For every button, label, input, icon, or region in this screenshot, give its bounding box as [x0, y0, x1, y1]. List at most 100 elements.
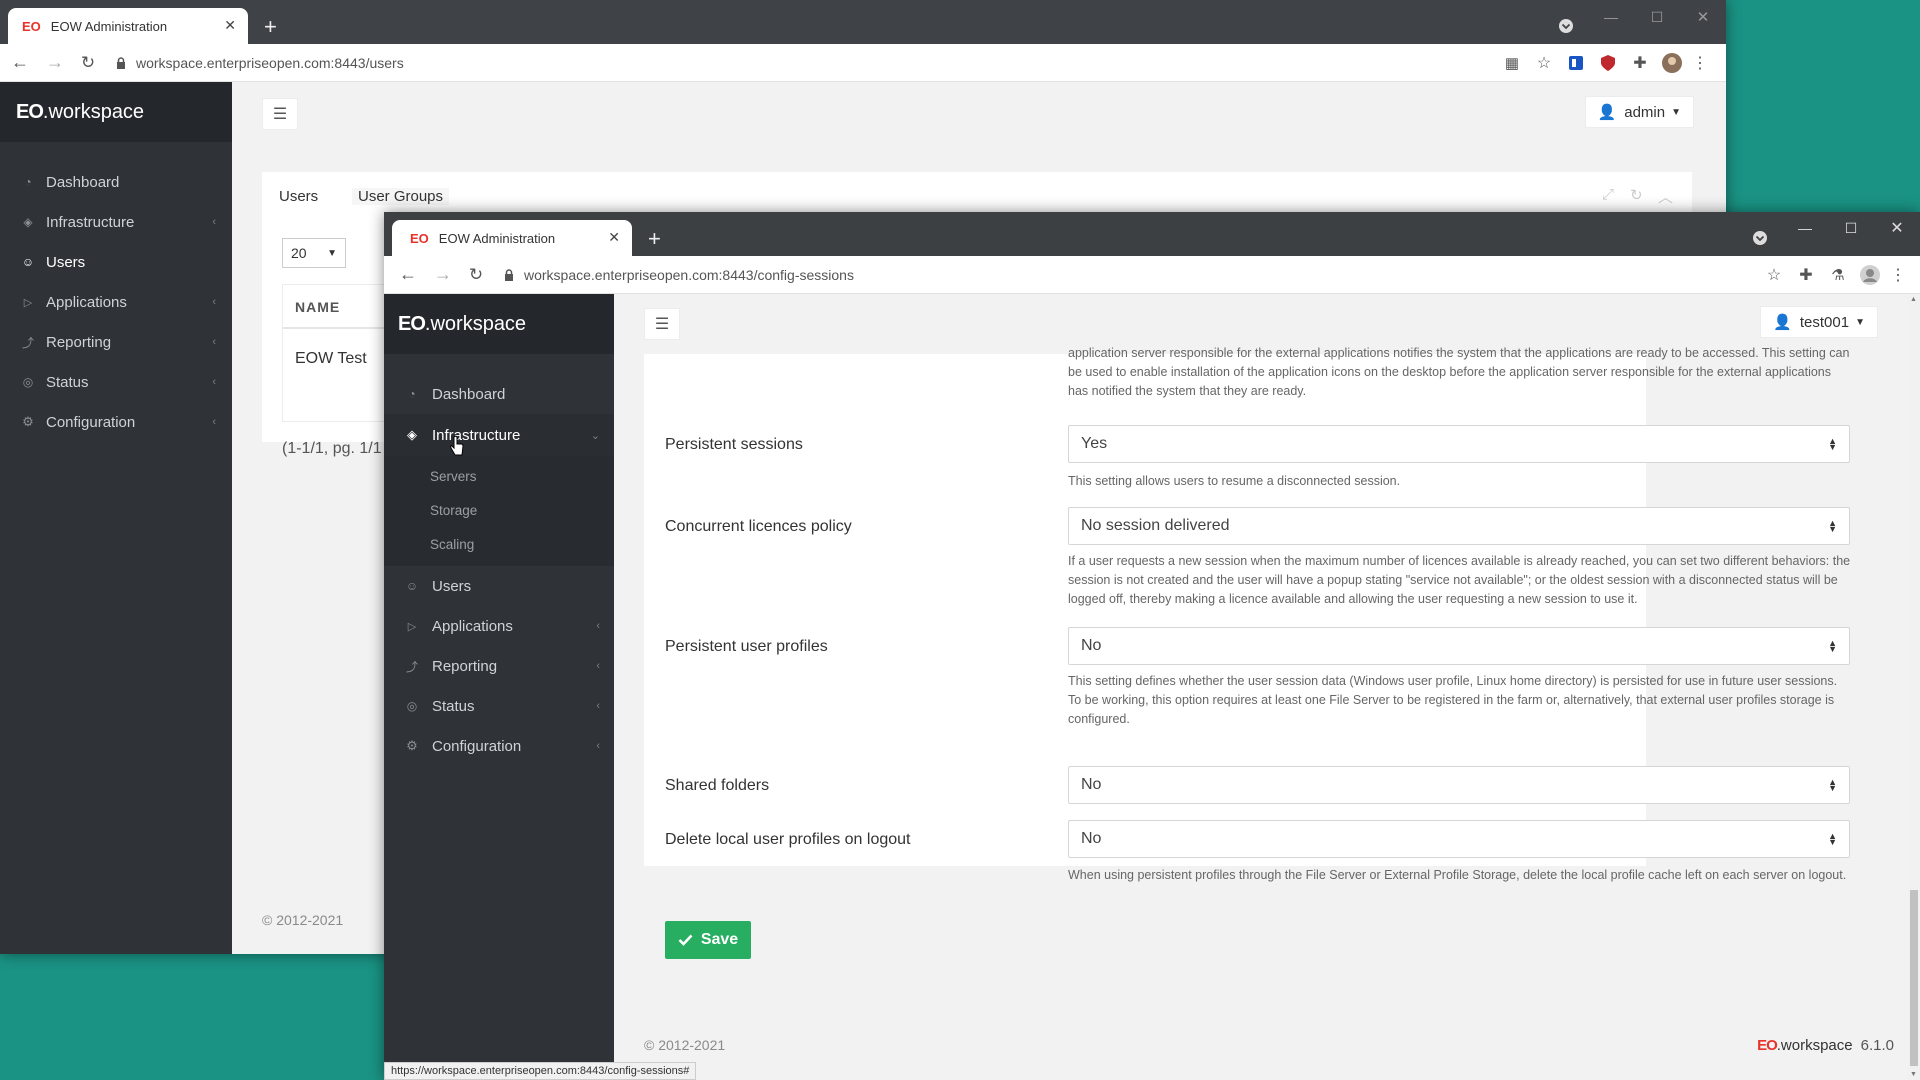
collapse-icon[interactable]: ︿ — [1658, 186, 1673, 207]
brand-logo-text: .workspace — [42, 100, 145, 123]
footer-logo-eo: EO — [1757, 1037, 1778, 1054]
extension-blue-icon[interactable] — [1560, 56, 1592, 70]
check-circle-icon: ◎ — [406, 699, 418, 713]
page-scrollbar[interactable]: ▲ ▼ — [1908, 294, 1920, 1080]
bookmark-star-icon[interactable]: ☆ — [1528, 53, 1560, 73]
chevron-left-icon: ‹ — [212, 416, 216, 428]
minimize-icon[interactable]: — — [1588, 0, 1634, 34]
close-window-icon[interactable]: ✕ — [1874, 212, 1920, 244]
page-size-select[interactable]: 20 ▼ — [282, 238, 346, 268]
tab-users[interactable]: Users — [279, 188, 318, 205]
persistent-profiles-help-2: To be working, this option requires at l… — [1068, 693, 1835, 726]
tab-user-groups[interactable]: User Groups — [352, 188, 450, 205]
back-tab-strip: EO EOW Administration ✕ + — [0, 0, 1726, 44]
back-arrow-icon[interactable]: ← — [388, 256, 428, 294]
extensions-puzzle-icon[interactable]: ✚ — [1624, 53, 1656, 73]
menu-reporting[interactable]: ⤴ Reporting ‹ — [384, 646, 614, 686]
persistent-sessions-select[interactable]: Yes ▲ ▼ — [1068, 425, 1850, 463]
back-menu-configuration[interactable]: ⚙ Configuration ‹ — [0, 402, 232, 442]
shield-icon[interactable] — [1592, 55, 1624, 71]
back-hamburger-button[interactable]: ☰ — [262, 98, 298, 130]
close-window-icon[interactable]: ✕ — [1680, 0, 1726, 34]
play-icon: ▷ — [23, 296, 33, 309]
back-menu-dashboard[interactable]: ◔ Dashboard — [0, 162, 232, 202]
reload-icon[interactable]: ↻ — [458, 256, 494, 294]
back-menu-reporting[interactable]: ⤴ Reporting ‹ — [0, 322, 232, 362]
select-arrows-icon: ▲ ▼ — [1828, 518, 1837, 534]
back-toolbar-icons: ▦ ☆ ✚ ⋮ — [1496, 44, 1712, 82]
check-circle-icon: ◎ — [22, 375, 34, 389]
minimize-icon[interactable]: — — [1782, 212, 1828, 244]
mouse-pointer-icon — [450, 436, 464, 456]
reload-icon[interactable]: ↻ — [70, 44, 106, 82]
menu-infrastructure[interactable]: ◈ Infrastructure ⌄ — [384, 414, 614, 456]
flask-icon[interactable]: ⚗ — [1822, 266, 1854, 284]
back-user-menu[interactable]: 👤 admin ▼ — [1584, 96, 1694, 128]
persistent-profiles-help: This setting defines whether the user se… — [1068, 672, 1854, 729]
back-arrow-icon[interactable]: ← — [0, 44, 40, 82]
close-icon[interactable]: ✕ — [608, 229, 620, 246]
forward-arrow-icon[interactable]: → — [40, 44, 70, 82]
footer-brand: EO .workspace 6.1.0 — [1757, 1037, 1894, 1054]
back-tab[interactable]: EO EOW Administration ✕ — [8, 8, 248, 44]
menu-label: Applications — [432, 617, 513, 635]
scroll-thumb[interactable] — [1910, 890, 1918, 1066]
menu-applications[interactable]: ▷ Applications ‹ — [384, 606, 614, 646]
expand-icon[interactable]: ⤢ — [1602, 186, 1614, 203]
qr-icon[interactable]: ▦ — [1496, 54, 1528, 72]
gear-icon: ⚙ — [22, 414, 34, 429]
menu-users[interactable]: ☺ Users — [384, 566, 614, 606]
submenu-servers[interactable]: Servers — [384, 460, 614, 494]
persistent-sessions-label: Persistent sessions — [665, 436, 803, 453]
select-arrows-icon: ▲ ▼ — [1828, 831, 1837, 847]
brand-logo-eo: EO — [398, 312, 426, 335]
new-tab-icon[interactable]: + — [264, 16, 277, 38]
more-menu-icon[interactable]: ⋮ — [1688, 53, 1712, 73]
back-menu: ◔ Dashboard ◈ Infrastructure ‹ ☺ Users ▷… — [0, 162, 232, 442]
hamburger-button[interactable]: ☰ — [644, 308, 680, 340]
front-browser-window: EO EOW Administration ✕ + — ☐ ✕ ← → ↻ wo… — [384, 212, 1920, 1080]
back-menu-applications[interactable]: ▷ Applications ‹ — [0, 282, 232, 322]
save-button[interactable]: Save — [665, 921, 751, 959]
chevron-left-icon: ‹ — [596, 700, 600, 712]
shared-folders-select[interactable]: No ▲ ▼ — [1068, 766, 1850, 804]
scroll-up-icon[interactable]: ▲ — [1910, 296, 1917, 303]
user-menu[interactable]: 👤 test001 ▼ — [1760, 306, 1878, 338]
front-tab[interactable]: EO EOW Administration ✕ — [392, 220, 632, 256]
maximize-icon[interactable]: ☐ — [1634, 0, 1680, 34]
forward-arrow-icon[interactable]: → — [428, 256, 458, 294]
back-toolbar: ← → ↻ workspace.enterpriseopen.com:8443/… — [0, 44, 1726, 82]
profile-avatar-icon[interactable] — [1656, 53, 1688, 73]
profile-avatar-icon[interactable] — [1854, 265, 1886, 285]
maximize-icon[interactable]: ☐ — [1828, 212, 1874, 244]
menu-dashboard[interactable]: ◔ Dashboard — [384, 374, 614, 414]
submenu-storage[interactable]: Storage — [384, 494, 614, 528]
extensions-puzzle-icon[interactable]: ✚ — [1790, 265, 1822, 285]
menu-configuration[interactable]: ⚙ Configuration ‹ — [384, 726, 614, 766]
back-menu-label: Dashboard — [46, 173, 120, 191]
new-tab-icon[interactable]: + — [648, 228, 661, 250]
page-size-value: 20 — [291, 245, 307, 261]
infrastructure-submenu: Servers Storage Scaling — [384, 456, 614, 566]
scroll-down-icon[interactable]: ▼ — [1910, 1071, 1917, 1078]
back-menu-status[interactable]: ◎ Status ‹ — [0, 362, 232, 402]
chevron-left-icon: ‹ — [596, 740, 600, 752]
more-menu-icon[interactable]: ⋮ — [1886, 265, 1910, 285]
front-address-bar[interactable]: workspace.enterpriseopen.com:8443/config… — [504, 267, 854, 283]
back-menu-label: Infrastructure — [46, 213, 135, 231]
back-menu-users[interactable]: ☺ Users — [0, 242, 232, 282]
brand-logo-text: .workspace — [424, 312, 527, 335]
front-menu: ◔ Dashboard ◈ Infrastructure ⌄ Servers S… — [384, 374, 614, 766]
back-menu-infrastructure[interactable]: ◈ Infrastructure ‹ — [0, 202, 232, 242]
persistent-profiles-select[interactable]: No ▲ ▼ — [1068, 627, 1850, 665]
close-icon[interactable]: ✕ — [224, 17, 236, 34]
refresh-icon[interactable]: ↻ — [1630, 186, 1643, 204]
back-menu-label: Applications — [46, 293, 127, 311]
back-address-bar[interactable]: workspace.enterpriseopen.com:8443/users — [116, 55, 404, 71]
layers-icon: ◈ — [407, 427, 417, 442]
menu-status[interactable]: ◎ Status ‹ — [384, 686, 614, 726]
concurrent-licences-select[interactable]: No session delivered ▲ ▼ — [1068, 507, 1850, 545]
bookmark-star-icon[interactable]: ☆ — [1758, 265, 1790, 285]
delete-profiles-select[interactable]: No ▲ ▼ — [1068, 820, 1850, 858]
submenu-scaling[interactable]: Scaling — [384, 528, 614, 562]
